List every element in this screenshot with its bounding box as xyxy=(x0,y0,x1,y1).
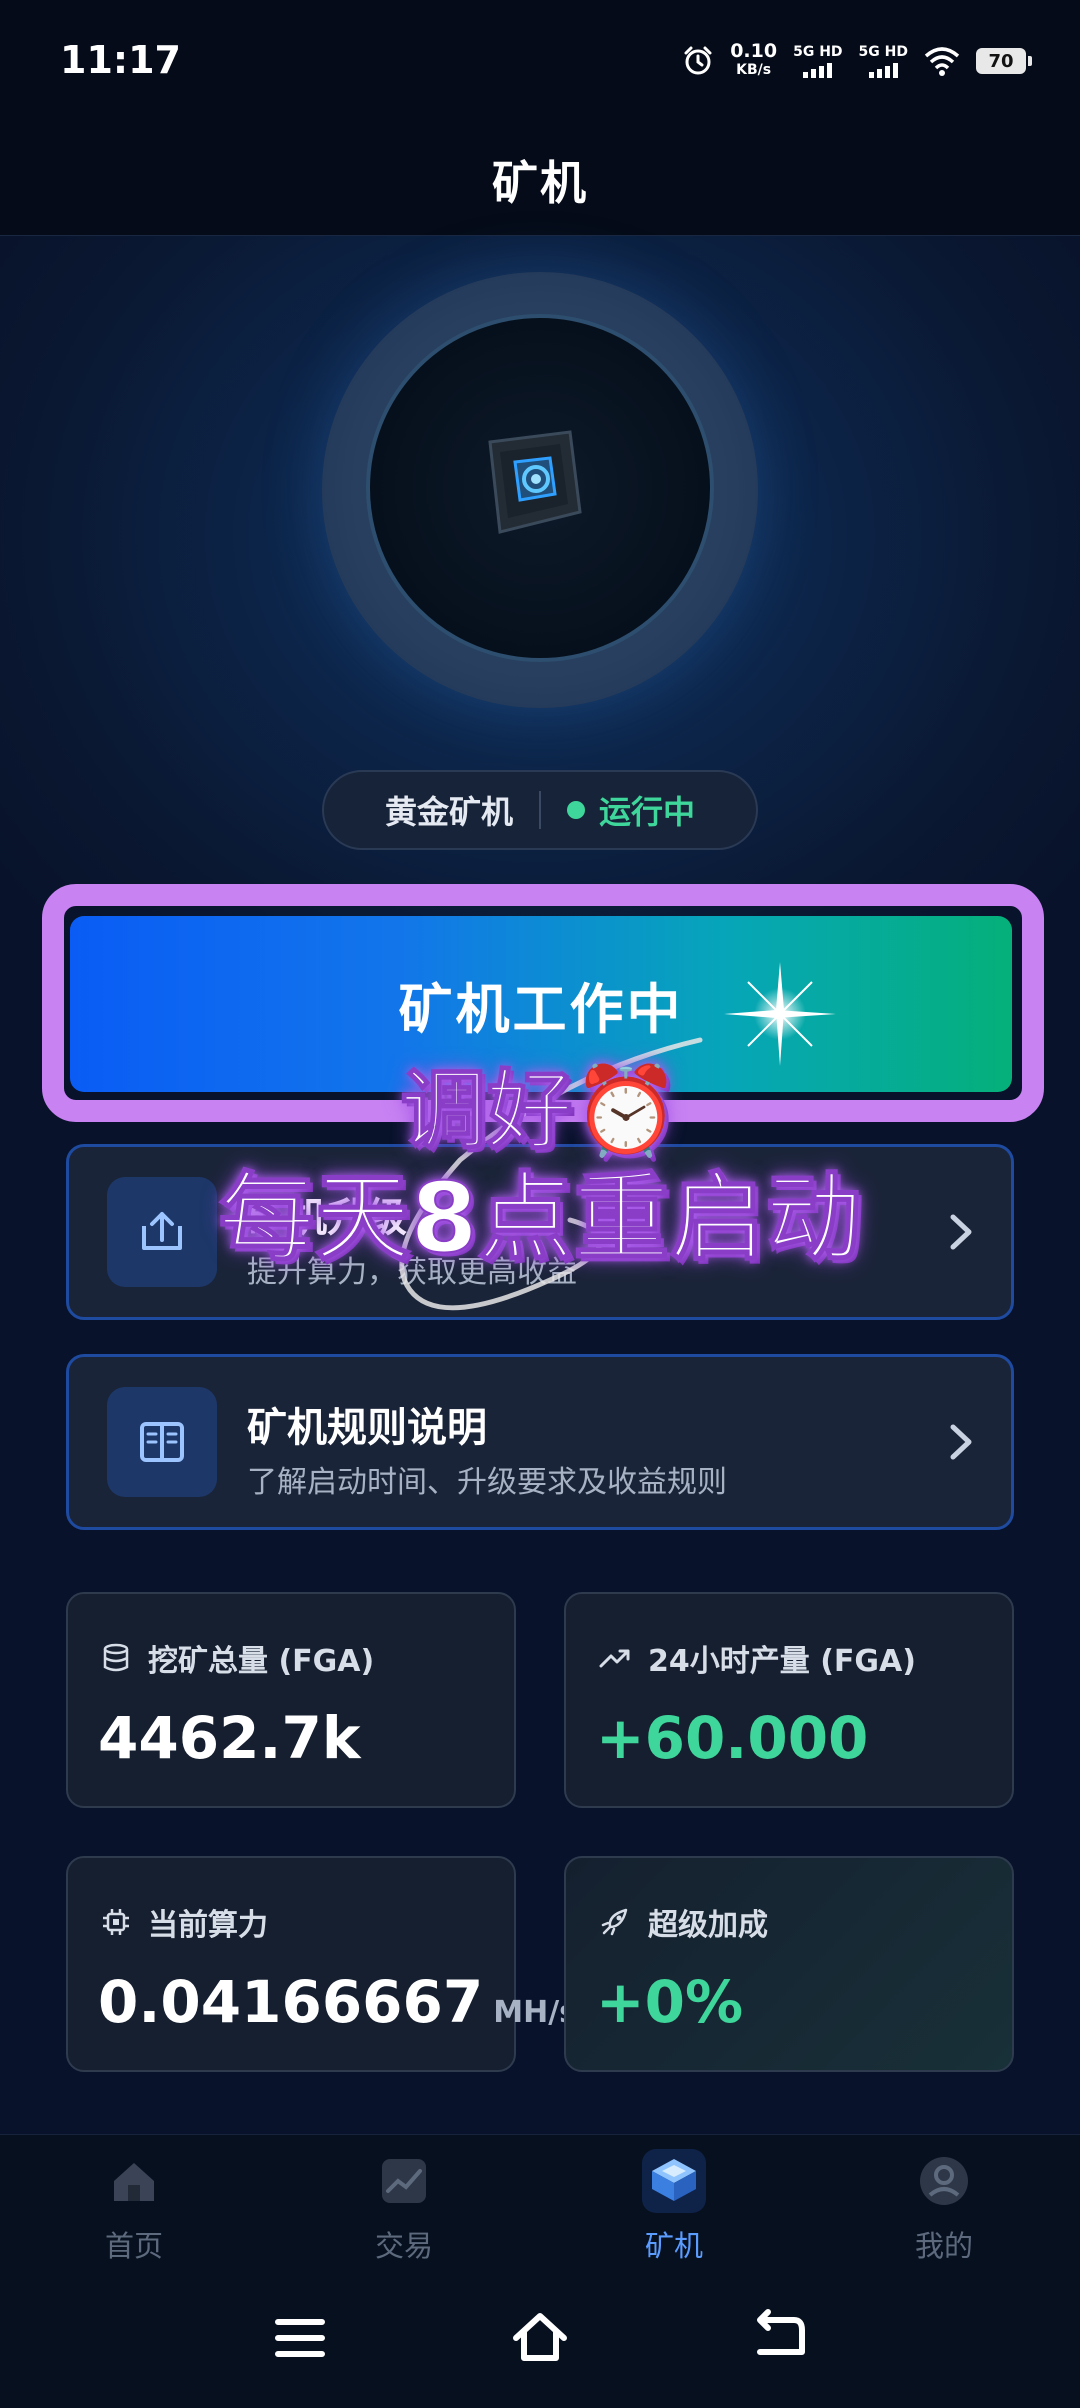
tab-label: 矿机 xyxy=(644,2229,703,2263)
miner-status-pill: 黄金矿机 运行中 xyxy=(322,770,758,850)
back-icon[interactable] xyxy=(750,2308,810,2368)
stat-value: 4462.7k xyxy=(98,1704,361,1772)
stat-label: 24小时产量 (FGA) xyxy=(598,1636,916,1680)
menu-icon[interactable] xyxy=(270,2308,330,2368)
status-dot-icon xyxy=(567,801,585,819)
book-icon xyxy=(140,1422,184,1462)
status-time: 11:17 xyxy=(60,38,181,82)
stat-hashrate: 当前算力 0.04166667 MH/s xyxy=(66,1856,577,2072)
stat-label: 当前算力 xyxy=(100,1900,268,1944)
alarm-icon xyxy=(684,46,712,75)
system-nav-bar xyxy=(0,2268,1080,2408)
signal-2: 5G HD xyxy=(859,44,908,78)
stat-label-text: 超级加成 xyxy=(648,1908,768,1943)
network-speed-value: 0.10 xyxy=(730,40,778,62)
tab-trade[interactable]: 交易 xyxy=(314,2149,494,2265)
stat-label-text: 当前算力 xyxy=(148,1908,268,1943)
feature-subtitle: 了解启动时间、升级要求及收益规则 xyxy=(247,1465,727,1500)
stat-value: 0.04166667 xyxy=(98,1968,484,2036)
stat-label-text: 24小时产量 (FGA) xyxy=(648,1644,916,1679)
signal-bars-icon xyxy=(803,62,833,78)
stat-label-text: 挖矿总量 (FGA) xyxy=(148,1644,375,1679)
tab-home[interactable]: 首页 xyxy=(44,2149,224,2265)
tab-label: 首页 xyxy=(104,2229,163,2263)
signal-bars-icon xyxy=(868,62,898,78)
stat-label: 超级加成 xyxy=(598,1900,768,1944)
tab-label: 交易 xyxy=(374,2229,433,2263)
miner-icon xyxy=(642,2149,706,2213)
stat-24h-output: 24小时产量 (FGA) +60.000 xyxy=(564,1592,1014,1808)
feature-rules-card[interactable]: 矿机规则说明 了解启动时间、升级要求及收益规则 xyxy=(66,1354,1014,1530)
database-icon xyxy=(103,1643,129,1672)
profile-icon xyxy=(912,2149,976,2213)
home-icon xyxy=(102,2149,166,2213)
stat-label: 挖矿总量 (FGA) xyxy=(100,1636,374,1680)
status-bar: 11:17 0.10 KB/s 5G HD 5G HD 70 xyxy=(0,0,1080,124)
bottom-tab-bar: 首页 交易 矿机 我的 xyxy=(0,2134,1080,2268)
tab-label: 我的 xyxy=(914,2229,973,2263)
app-header: 矿机 xyxy=(0,124,1080,236)
chart-icon xyxy=(372,2149,436,2213)
wifi-icon xyxy=(924,47,960,76)
chip-icon xyxy=(103,1909,129,1935)
miner-device-icon xyxy=(488,430,582,534)
miner-status-text: 运行中 xyxy=(599,793,696,831)
trend-up-icon xyxy=(599,1649,630,1668)
signal-2-label: 5G HD xyxy=(858,44,908,60)
home-nav-icon[interactable] xyxy=(510,2308,570,2368)
feature-title: 矿机规则说明 xyxy=(247,1405,487,1451)
page-title: 矿机 xyxy=(492,155,588,210)
stat-value: +0% xyxy=(596,1968,744,2036)
feature-icon-box xyxy=(107,1387,217,1497)
chevron-right-icon xyxy=(950,1424,972,1460)
stat-total-mined: 挖矿总量 (FGA) 4462.7k xyxy=(66,1592,516,1808)
tab-miner[interactable]: 矿机 xyxy=(584,2149,764,2265)
miner-status: 运行中 xyxy=(567,787,695,833)
signal-1: 5G HD xyxy=(793,44,843,78)
tab-profile[interactable]: 我的 xyxy=(854,2149,1034,2265)
battery-icon: 70 xyxy=(976,48,1032,74)
miner-name: 黄金矿机 xyxy=(384,793,513,831)
network-speed-unit: KB/s xyxy=(736,62,772,78)
status-icons: 0.10 KB/s 5G HD 5G HD 70 xyxy=(682,42,1032,80)
stat-value-row: 0.04166667 MH/s xyxy=(98,1968,577,2036)
rocket-icon xyxy=(601,1908,628,1936)
network-speed: 0.10 KB/s xyxy=(730,42,777,80)
stat-value: +60.000 xyxy=(596,1704,869,1772)
stat-super-boost: 超级加成 +0% xyxy=(564,1856,1014,2072)
overlay-caption-line2: 每天8点重启动 xyxy=(218,1161,863,1275)
pill-divider xyxy=(539,791,541,829)
signal-1-label: 5G HD xyxy=(793,44,843,60)
